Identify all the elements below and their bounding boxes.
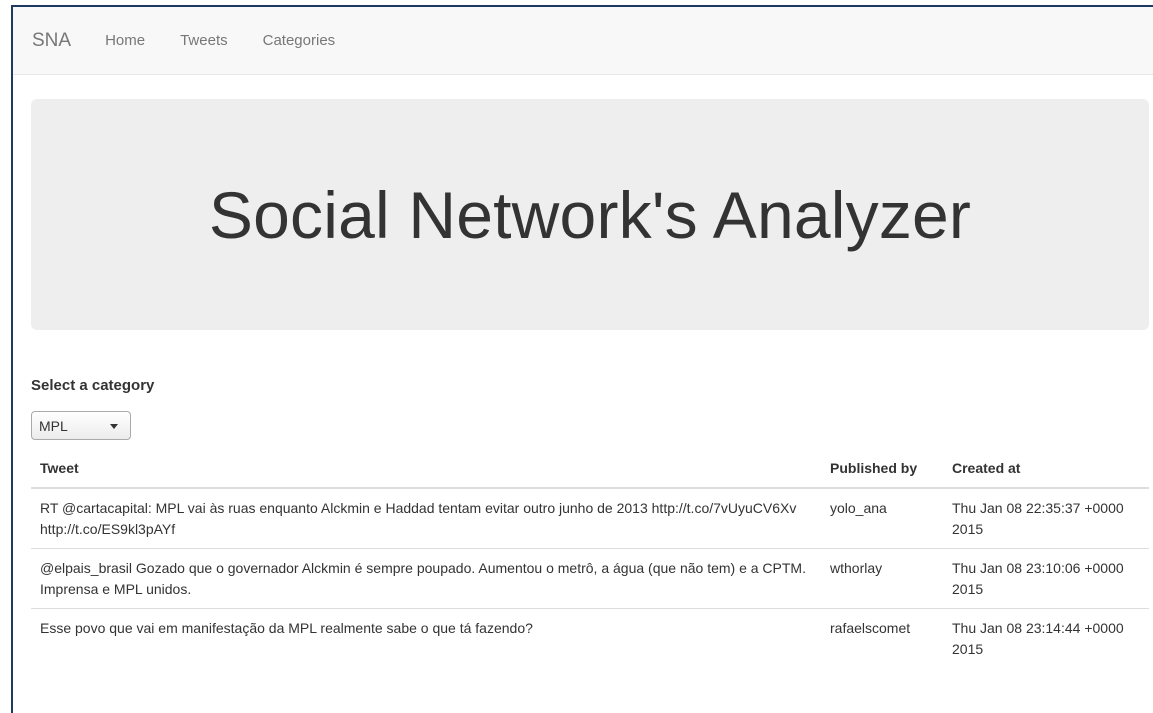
category-select-value: MPL	[39, 417, 68, 434]
table-row: @elpais_brasil Gozado que o governador A…	[31, 548, 1149, 609]
category-select[interactable]: MPL	[31, 411, 131, 440]
brand-link[interactable]: SNA	[32, 30, 71, 52]
tweet-text: Esse povo que vai em manifestação da MPL…	[31, 608, 821, 668]
table-row: Esse povo que vai em manifestação da MPL…	[31, 608, 1149, 668]
nav-link-categories[interactable]: Categories	[263, 32, 336, 49]
hero-banner: Social Network's Analyzer	[31, 99, 1149, 330]
tweets-table: Tweet Published by Created at RT @cartac…	[31, 449, 1149, 668]
header-published-by: Published by	[821, 449, 943, 489]
header-tweet: Tweet	[31, 449, 821, 489]
tweet-author: wthorlay	[821, 548, 943, 609]
tweet-created-at: Thu Jan 08 22:35:37 +0000 2015	[943, 487, 1149, 549]
tweet-text: @elpais_brasil Gozado que o governador A…	[31, 548, 821, 609]
tweet-created-at: Thu Jan 08 23:14:44 +0000 2015	[943, 608, 1149, 668]
chevron-down-icon	[110, 424, 118, 429]
page-title: Social Network's Analyzer	[208, 177, 972, 252]
nav-link-tweets[interactable]: Tweets	[180, 32, 228, 49]
category-select-label: Select a category	[31, 377, 155, 394]
tweet-created-at: Thu Jan 08 23:10:06 +0000 2015	[943, 548, 1149, 609]
tweet-author: yolo_ana	[821, 487, 943, 549]
navbar: SNA Home Tweets Categories	[13, 7, 1153, 75]
table-header-row: Tweet Published by Created at	[31, 449, 1149, 489]
header-created-at: Created at	[943, 449, 1149, 489]
tweet-text: RT @cartacapital: MPL vai às ruas enquan…	[31, 487, 821, 549]
nav-link-home[interactable]: Home	[105, 32, 145, 49]
browser-frame: SNA Home Tweets Categories Social Networ…	[11, 5, 1153, 713]
table-row: RT @cartacapital: MPL vai às ruas enquan…	[31, 487, 1149, 549]
tweet-author: rafaelscomet	[821, 608, 943, 668]
